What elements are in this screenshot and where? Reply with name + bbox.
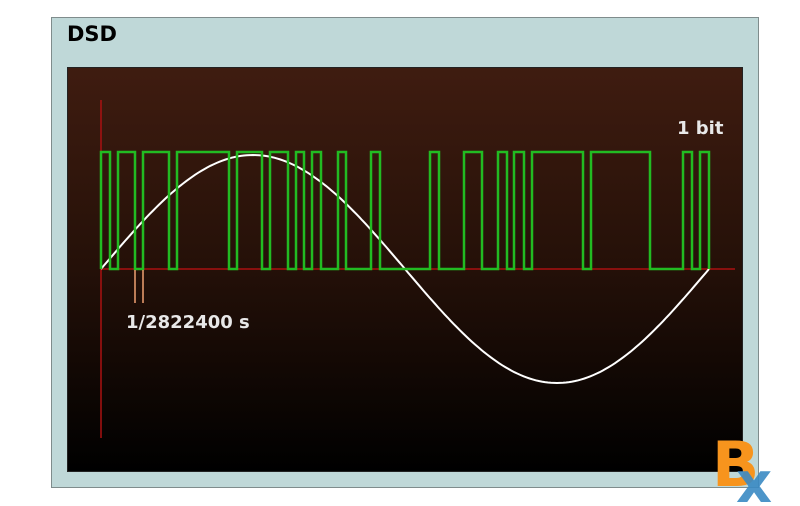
sample-period-label: 1/2822400 s [126,312,250,333]
logo-icon: B x [712,432,772,504]
dsd-signal-diagram [99,100,735,438]
pulse-train [99,150,711,271]
bit-label: 1 bit [677,118,724,139]
svg-text:x: x [736,451,772,504]
